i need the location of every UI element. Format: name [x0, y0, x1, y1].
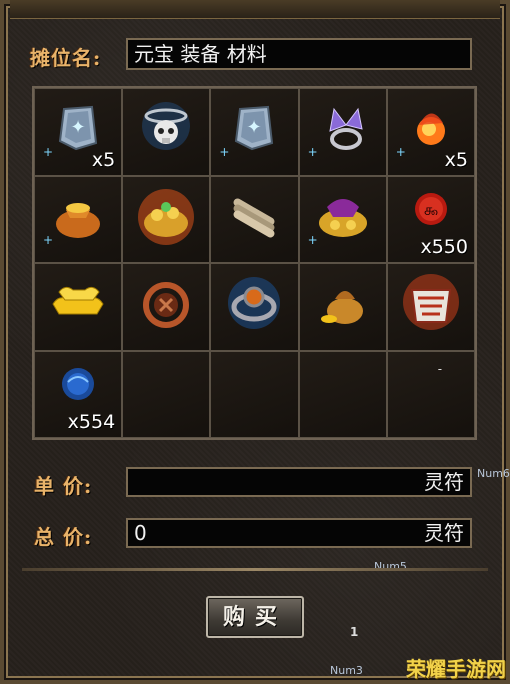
item-quantity: x554: [67, 411, 116, 433]
stall-name-label: 摊位名:: [30, 46, 102, 70]
grid-slot[interactable]: + x5: [386, 88, 475, 176]
site-watermark: 荣耀手游网: [406, 657, 506, 681]
stall-name-field[interactable]: 元宝 装备 材料: [126, 38, 472, 70]
gold-ingots-icon: [52, 287, 104, 315]
item-grid: ✦ + x5 ✦ + + + x5 + + ௯ x550 x554 -: [32, 86, 477, 440]
grid-slot[interactable]: ✦ + x5: [34, 88, 123, 176]
item-quantity: x5: [444, 148, 468, 171]
num3-hint: Num3: [330, 664, 363, 677]
blue-orb-icon: [62, 367, 95, 400]
butterfly-ring-icon: [329, 108, 363, 151]
gem-ring-icon: [228, 277, 281, 330]
skull-amulet-icon: [142, 102, 191, 151]
unit-price-label: 单 价:: [34, 474, 93, 498]
hotkey-one: 1: [350, 625, 359, 639]
fire-orb-icon: [416, 113, 445, 146]
grid-slot[interactable]: +: [34, 175, 123, 263]
gold-pouch-icon: [56, 202, 101, 238]
gold-pouch-purple-icon: [318, 198, 367, 237]
rune-stone-icon: ✦: [59, 106, 98, 151]
sparkle-icon: +: [307, 145, 318, 159]
grid-slot[interactable]: ௯ x550: [386, 175, 475, 263]
grid-slot[interactable]: x554: [34, 350, 123, 438]
gold-pouch-small-icon: [320, 291, 363, 325]
grid-slot[interactable]: [298, 350, 387, 438]
total-price-value: 0: [134, 521, 147, 545]
grid-slot[interactable]: [122, 175, 211, 263]
grid-slot[interactable]: [210, 263, 299, 351]
grid-slot[interactable]: [298, 263, 387, 351]
scroll-bundle-icon: [234, 198, 275, 238]
unit-price-field[interactable]: 灵符: [126, 467, 472, 497]
grid-slot[interactable]: [210, 175, 299, 263]
item-quantity: x5: [91, 148, 116, 171]
num6-hint: Num6: [477, 467, 510, 480]
sparkle-icon: +: [307, 232, 318, 247]
grid-slot[interactable]: [386, 263, 475, 351]
grid-slot[interactable]: [34, 263, 123, 351]
buy-button[interactable]: 购买: [206, 596, 304, 638]
svg-text:✦: ✦: [71, 117, 86, 138]
sparkle-icon: +: [219, 145, 230, 159]
divider: [22, 568, 488, 571]
total-price-label: 总 价:: [34, 525, 93, 549]
svg-text:௯: ௯: [424, 200, 439, 219]
grid-slot[interactable]: -: [386, 350, 475, 438]
sparkle-icon: +: [43, 232, 54, 247]
total-price-field: 0 灵符: [126, 518, 472, 548]
sparkle-icon: +: [43, 145, 54, 159]
red-rune-orb-icon: ௯: [414, 192, 447, 225]
grid-slot[interactable]: [122, 350, 211, 438]
num5-hint: Num5: [374, 560, 407, 573]
treasure-pile-icon: [138, 188, 195, 245]
total-price-currency: 灵符: [424, 521, 464, 545]
top-decoration: [10, 0, 500, 19]
grid-slot[interactable]: [122, 88, 211, 176]
grid-slot[interactable]: [210, 350, 299, 438]
grid-slot[interactable]: +: [298, 175, 387, 263]
grid-slot[interactable]: +: [298, 88, 387, 176]
item-quantity: x550: [420, 236, 468, 258]
rune-stone-icon: ✦: [235, 106, 274, 151]
unit-price-currency: 灵符: [424, 470, 464, 494]
sparkle-icon: +: [395, 145, 406, 159]
bronze-coin-icon: [143, 282, 190, 329]
grid-slot[interactable]: [122, 263, 211, 351]
svg-text:✦: ✦: [247, 117, 262, 138]
flaming-armor-icon: [402, 274, 459, 331]
grid-slot[interactable]: ✦ +: [210, 88, 299, 176]
dash-mark: -: [437, 361, 443, 376]
